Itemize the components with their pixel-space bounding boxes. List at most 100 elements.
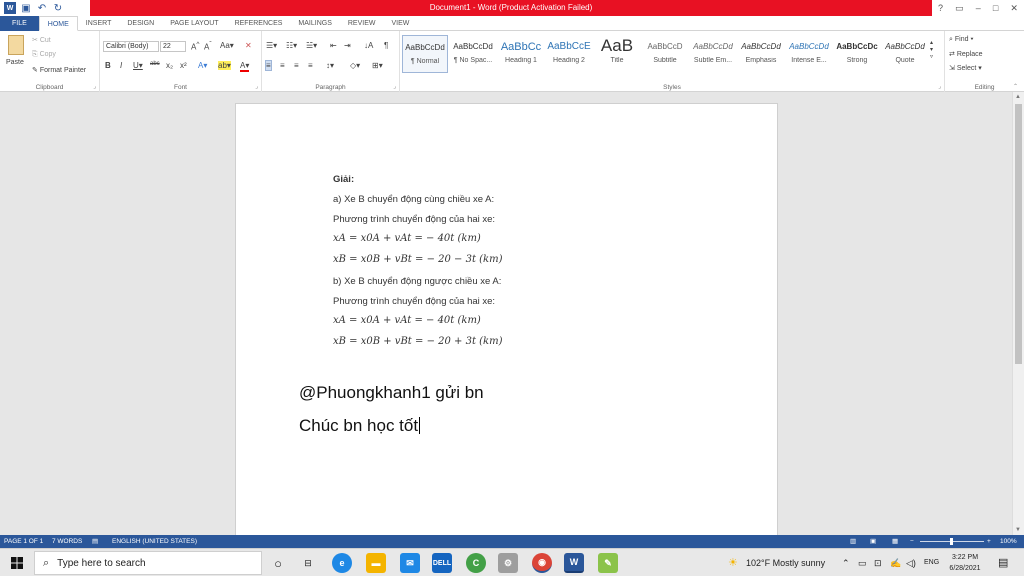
find-button[interactable]: ⌕ Find ▾ (949, 36, 973, 44)
word-count[interactable]: 7 WORDS (52, 535, 82, 548)
read-mode-icon[interactable]: ▥ (850, 535, 856, 548)
print-layout-icon[interactable]: ▣ (870, 535, 876, 548)
tab-view[interactable]: VIEW (383, 16, 417, 31)
font-color-icon[interactable]: A▾ (240, 61, 250, 72)
multilevel-list-icon[interactable]: ☱▾ (306, 41, 317, 50)
sort-icon[interactable]: ↓A (364, 41, 373, 50)
input-language[interactable]: ENG (924, 549, 939, 576)
tab-page-layout[interactable]: PAGE LAYOUT (162, 16, 226, 31)
grow-font-icon[interactable]: A^ (191, 41, 199, 52)
cut-button[interactable]: ✂ Cut (32, 36, 51, 44)
font-size-combo[interactable]: 22 (160, 41, 186, 52)
format-painter-button[interactable]: ✎ Format Painter (32, 66, 86, 74)
language-indicator[interactable]: ENGLISH (UNITED STATES) (112, 535, 197, 548)
volume-icon[interactable]: ◁) (906, 549, 916, 576)
decrease-indent-icon[interactable]: ⇤ (330, 41, 337, 50)
highlight-icon[interactable]: ab▾ (218, 61, 231, 70)
tab-references[interactable]: REFERENCES (227, 16, 291, 31)
style-strong[interactable]: AaBbCcDc Strong (834, 35, 880, 73)
tab-design[interactable]: DESIGN (119, 16, 162, 31)
pen-app-icon[interactable]: ✎ (598, 553, 618, 573)
notification-icon[interactable]: ▤ (998, 549, 1008, 576)
task-view-icon[interactable]: ⊟ (298, 553, 318, 573)
tab-mailings[interactable]: MAILINGS (290, 16, 339, 31)
pilcrow-icon[interactable]: ¶ (384, 41, 388, 50)
underline-icon[interactable]: U▾ (133, 61, 143, 70)
vertical-scrollbar[interactable]: ▲ ▼ (1012, 92, 1024, 535)
font-name-combo[interactable]: Calibri (Body) (103, 41, 159, 52)
pen-tray-icon[interactable]: ✍ (890, 549, 901, 576)
chrome-icon[interactable]: ◉ (532, 553, 552, 573)
style-emphasis[interactable]: AaBbCcDd Emphasis (738, 35, 784, 73)
proofing-icon[interactable]: ▤ (92, 535, 98, 548)
file-explorer-icon[interactable]: ▬ (366, 553, 386, 573)
style-normal[interactable]: AaBbCcDd ¶ Normal (402, 35, 448, 73)
coccoc-icon[interactable]: C (466, 553, 486, 573)
increase-indent-icon[interactable]: ⇥ (344, 41, 351, 50)
justify-icon[interactable]: ≡ (308, 61, 313, 70)
replace-button[interactable]: ⇄ Replace (949, 50, 983, 58)
word-taskbar-icon[interactable]: W (564, 553, 584, 573)
scroll-thumb[interactable] (1015, 104, 1022, 364)
scroll-down-icon[interactable]: ▼ (1015, 527, 1021, 533)
start-button[interactable] (0, 549, 34, 576)
paste-button[interactable]: Paste (6, 59, 24, 66)
zoom-level[interactable]: 100% (1000, 535, 1017, 548)
bullets-icon[interactable]: ☰▾ (266, 41, 277, 50)
style-heading-1[interactable]: AaBbCc Heading 1 (498, 35, 544, 73)
close-button[interactable]: ✕ (1010, 3, 1018, 14)
zoom-slider-thumb[interactable] (950, 538, 953, 545)
tab-insert[interactable]: INSERT (78, 16, 120, 31)
cortana-icon[interactable]: ○ (268, 553, 288, 573)
clear-format-icon[interactable]: ✕ (245, 41, 252, 50)
tab-home[interactable]: HOME (38, 16, 78, 31)
style-subtle-emphasis[interactable]: AaBbCcDd Subtle Em... (690, 35, 736, 73)
style-title[interactable]: AaB Title (594, 35, 640, 73)
dialog-launcher-icon[interactable]: ⌟ (93, 83, 96, 90)
dialog-launcher-icon[interactable]: ⌟ (938, 83, 941, 90)
paste-icon[interactable] (8, 35, 24, 55)
network-icon[interactable]: ⊡ (874, 549, 882, 576)
app-icon[interactable]: ⚙ (498, 553, 518, 573)
align-left-icon[interactable]: ≡ (265, 60, 272, 71)
tab-file[interactable]: FILE (0, 16, 39, 31)
numbering-icon[interactable]: ☷▾ (286, 41, 297, 50)
redo-icon[interactable]: ↻ (52, 2, 64, 14)
bold-icon[interactable]: B (105, 61, 111, 70)
select-button[interactable]: ⇲ Select ▾ (949, 64, 982, 72)
taskbar-search[interactable]: ⌕ Type here to search (34, 551, 262, 575)
text-effects-icon[interactable]: A▾ (198, 61, 207, 70)
zoom-out-icon[interactable]: − (910, 535, 914, 548)
dell-icon[interactable]: DELL (432, 553, 452, 573)
style-quote[interactable]: AaBbCcDd Quote (882, 35, 928, 73)
shrink-font-icon[interactable]: Aˇ (204, 41, 212, 52)
minimize-button[interactable]: – (976, 3, 981, 13)
styles-scroll-icon[interactable]: ▴ ▾ ▿ (930, 39, 933, 60)
save-icon[interactable]: ▣ (20, 2, 32, 14)
tab-review[interactable]: REVIEW (340, 16, 384, 31)
mail-icon[interactable]: ✉ (400, 553, 420, 573)
battery-icon[interactable]: ▭ (858, 549, 867, 576)
help-button[interactable]: ? (938, 3, 943, 13)
align-center-icon[interactable]: ≡ (280, 61, 285, 70)
dialog-launcher-icon[interactable]: ⌟ (255, 83, 258, 90)
line-spacing-icon[interactable]: ↕▾ (326, 61, 334, 70)
shading-icon[interactable]: ◇▾ (350, 61, 360, 70)
style-intense-emphasis[interactable]: AaBbCcDd Intense E... (786, 35, 832, 73)
tray-chevron-icon[interactable]: ⌃ (842, 549, 850, 576)
borders-icon[interactable]: ⊞▾ (372, 61, 383, 70)
dialog-launcher-icon[interactable]: ⌟ (393, 83, 396, 90)
scroll-up-icon[interactable]: ▲ (1015, 94, 1021, 100)
zoom-in-icon[interactable]: + (987, 535, 991, 548)
web-layout-icon[interactable]: ▦ (892, 535, 898, 548)
collapse-ribbon-icon[interactable]: ⌃ (1013, 83, 1018, 90)
change-case-icon[interactable]: Aa▾ (220, 41, 234, 50)
edge-icon[interactable]: e (332, 553, 352, 573)
align-right-icon[interactable]: ≡ (294, 61, 299, 70)
italic-icon[interactable]: I (120, 61, 122, 70)
superscript-icon[interactable]: x² (180, 61, 187, 70)
weather-widget[interactable]: 102°F Mostly sunny (746, 549, 825, 576)
ribbon-display-icon[interactable]: ▭ (955, 3, 964, 14)
style-heading-2[interactable]: AaBbCcE Heading 2 (546, 35, 592, 73)
undo-icon[interactable]: ↶ (36, 2, 48, 14)
